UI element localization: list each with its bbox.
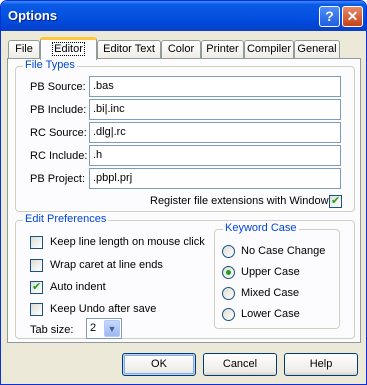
tab-editor[interactable]: Editor <box>40 37 97 60</box>
options-dialog: Options ? ✕ File Editor Editor Text Colo… <box>0 0 367 385</box>
register-extensions-checkbox[interactable] <box>329 194 342 208</box>
pb-include-label: PB Include: <box>30 104 87 116</box>
close-button[interactable]: ✕ <box>342 6 363 27</box>
tab-general[interactable]: General <box>294 40 340 59</box>
no-case-change-radio[interactable] <box>222 245 235 258</box>
lower-case-radio[interactable] <box>222 308 235 321</box>
rc-include-label: RC Include: <box>30 150 88 162</box>
lower-case-label[interactable]: Lower Case <box>241 308 300 320</box>
pb-include-field[interactable]: .bi|.inc <box>89 99 341 120</box>
edit-preferences-title: Edit Preferences <box>23 213 109 225</box>
tab-printer[interactable]: Printer <box>201 40 244 59</box>
keyword-case-title: Keyword Case <box>223 222 299 234</box>
keep-line-length-label[interactable]: Keep line length on mouse click <box>50 236 205 248</box>
ok-button[interactable]: OK <box>122 353 196 376</box>
window-title: Options <box>8 8 58 23</box>
register-extensions-label: Register file extensions with Windows <box>150 195 335 207</box>
pb-source-field[interactable]: .bas <box>89 76 341 97</box>
auto-indent-label[interactable]: Auto indent <box>50 281 106 293</box>
keyword-case-group: Keyword Case No Case Change Upper Case M… <box>214 222 340 329</box>
rc-include-field[interactable]: .h <box>89 145 341 166</box>
title-bar[interactable]: Options ? ✕ <box>1 1 366 31</box>
mixed-case-label[interactable]: Mixed Case <box>241 287 299 299</box>
pb-project-label: PB Project: <box>30 173 86 185</box>
editor-tab-panel: File Types PB Source: .bas PB Include: .… <box>7 58 361 343</box>
rc-source-field[interactable]: .dlg|.rc <box>89 122 341 143</box>
help-button[interactable]: Help <box>284 353 358 376</box>
cancel-button[interactable]: Cancel <box>203 353 277 376</box>
keep-undo-checkbox[interactable] <box>30 303 43 316</box>
tab-size-label: Tab size: <box>30 324 74 336</box>
file-types-group: File Types PB Source: .bas PB Include: .… <box>15 59 355 212</box>
file-types-title: File Types <box>23 59 77 71</box>
chevron-down-icon[interactable]: ▼ <box>104 320 120 337</box>
pb-project-field[interactable]: .pbpl.prj <box>89 168 341 189</box>
pb-source-label: PB Source: <box>30 81 86 93</box>
help-title-button[interactable]: ? <box>319 6 340 27</box>
tab-size-value: 2 <box>90 322 97 334</box>
keep-line-length-checkbox[interactable] <box>30 236 43 249</box>
tab-file[interactable]: File <box>8 40 40 59</box>
upper-case-radio[interactable] <box>222 266 235 279</box>
wrap-caret-checkbox[interactable] <box>30 259 43 272</box>
tab-color[interactable]: Color <box>161 40 201 59</box>
no-case-change-label[interactable]: No Case Change <box>241 245 325 257</box>
edit-preferences-group: Edit Preferences Keep line length on mou… <box>15 213 355 339</box>
upper-case-label[interactable]: Upper Case <box>241 266 300 278</box>
wrap-caret-label[interactable]: Wrap caret at line ends <box>50 259 163 271</box>
tab-size-select[interactable]: 2 ▼ <box>86 318 122 339</box>
auto-indent-checkbox[interactable] <box>30 280 43 294</box>
tab-compiler[interactable]: Compiler <box>244 40 294 59</box>
keep-undo-label[interactable]: Keep Undo after save <box>50 303 156 315</box>
rc-source-label: RC Source: <box>30 127 87 139</box>
tab-editor-text[interactable]: Editor Text <box>97 40 161 59</box>
mixed-case-radio[interactable] <box>222 287 235 300</box>
